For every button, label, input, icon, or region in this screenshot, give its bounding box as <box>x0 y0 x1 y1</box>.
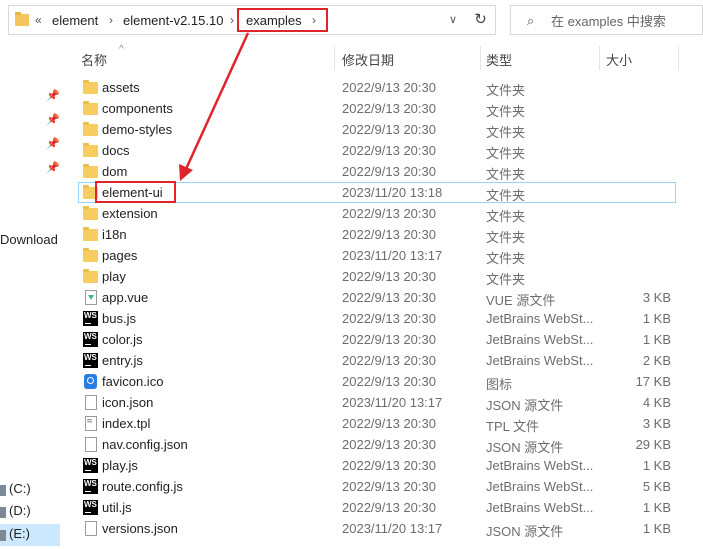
annotation-arrow-icon <box>179 32 250 181</box>
